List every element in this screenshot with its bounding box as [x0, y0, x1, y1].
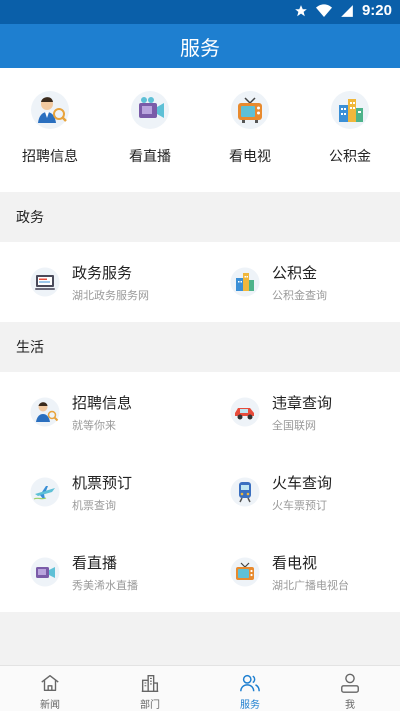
service-item-text: 火车查询 火车票预订	[272, 472, 332, 513]
service-item-title: 政务服务	[72, 263, 133, 282]
service-item-text: 政务服务 湖北政务服务网	[72, 262, 149, 303]
bottom-tab-bar: 新闻 部门 服务 我	[0, 665, 400, 711]
service-item-title: 招聘信息	[72, 393, 133, 412]
home-icon	[41, 674, 59, 692]
train-icon	[230, 477, 260, 507]
tab-label: 新闻	[40, 700, 60, 711]
tv-icon	[231, 91, 269, 129]
tab-news[interactable]: 新闻	[0, 666, 100, 711]
quick-item-label: 看电视	[229, 149, 271, 165]
live-camera-icon	[30, 557, 60, 587]
status-icons: 9:20	[294, 2, 392, 19]
government-computer-icon	[30, 267, 60, 297]
recruit-icon	[31, 91, 69, 129]
buildings-icon	[141, 674, 159, 692]
plane-icon	[30, 477, 60, 507]
recruit-icon	[30, 397, 60, 427]
service-item-text: 公积金 公积金查询	[272, 262, 327, 303]
service-item-subtitle: 湖北广播电视台	[272, 578, 349, 592]
service-item-title: 看直播	[72, 553, 118, 572]
quick-item-label: 看直播	[129, 149, 171, 165]
building-icon	[230, 267, 260, 297]
service-item-title: 违章查询	[272, 393, 333, 412]
service-item-text: 看电视 湖北广播电视台	[272, 552, 349, 593]
service-item-live[interactable]: 看直播 秀美浠水直播	[0, 532, 200, 612]
service-item-subtitle: 机票查询	[72, 498, 116, 512]
car-icon	[230, 397, 260, 427]
page-title: 服务	[180, 35, 220, 60]
quick-access-row: 招聘信息 看直播 看电视 公积金	[0, 68, 400, 192]
tab-label: 服务	[240, 700, 260, 711]
tab-me[interactable]: 我	[300, 666, 400, 711]
building-icon	[331, 91, 369, 129]
service-item-recruit[interactable]: 招聘信息 就等你来	[0, 372, 200, 452]
service-item-title: 火车查询	[272, 473, 333, 492]
content-scroll[interactable]: 招聘信息 看直播 看电视 公积金 政务 政务服务 湖北政务服务网 公积金 公积金…	[0, 68, 400, 665]
service-item-subtitle: 火车票预订	[272, 498, 327, 512]
live-camera-icon	[131, 91, 169, 129]
section-header-life: 生活	[0, 322, 400, 372]
service-item-tv[interactable]: 看电视 湖北广播电视台	[200, 532, 400, 612]
tab-departments[interactable]: 部门	[100, 666, 200, 711]
section-government: 政务服务 湖北政务服务网 公积金 公积金查询	[0, 242, 400, 322]
quick-item-fund[interactable]: 公积金	[300, 68, 400, 192]
service-item-housing-fund[interactable]: 公积金 公积金查询	[200, 242, 400, 322]
service-item-subtitle: 公积金查询	[272, 288, 327, 302]
tab-label: 部门	[140, 700, 160, 711]
status-time: 9:20	[361, 2, 392, 19]
service-item-text: 招聘信息 就等你来	[72, 392, 132, 433]
quick-item-label: 招聘信息	[22, 149, 78, 165]
tv-icon	[230, 557, 260, 587]
service-item-subtitle: 湖北政务服务网	[72, 288, 149, 302]
service-item-flights[interactable]: 机票预订 机票查询	[0, 452, 200, 532]
service-item-violation[interactable]: 违章查询 全国联网	[200, 372, 400, 452]
status-bar: 9:20	[0, 0, 400, 24]
service-item-subtitle: 秀美浠水直播	[72, 578, 138, 592]
quick-item-recruit[interactable]: 招聘信息	[0, 68, 100, 192]
quick-item-live[interactable]: 看直播	[100, 68, 200, 192]
section-life: 招聘信息 就等你来 违章查询 全国联网 机票预订 机票查询 火车查询 火车票预订…	[0, 372, 400, 612]
service-item-text: 看直播 秀美浠水直播	[72, 552, 138, 593]
service-item-title: 机票预订	[72, 473, 133, 492]
wifi-icon	[315, 3, 332, 17]
service-item-text: 机票预订 机票查询	[72, 472, 132, 513]
service-item-subtitle: 全国联网	[272, 418, 316, 432]
user-icon	[341, 673, 359, 693]
service-item-title: 公积金	[272, 263, 318, 282]
service-item-title: 看电视	[272, 553, 318, 572]
service-item-text: 违章查询 全国联网	[272, 392, 332, 433]
signal-icon	[341, 4, 353, 17]
quick-item-tv[interactable]: 看电视	[200, 68, 300, 192]
service-item-subtitle: 就等你来	[72, 418, 116, 432]
section-header-government: 政务	[0, 192, 400, 242]
service-item-train[interactable]: 火车查询 火车票预订	[200, 452, 400, 532]
tab-label: 我	[345, 700, 355, 711]
service-item-gov-services[interactable]: 政务服务 湖北政务服务网	[0, 242, 200, 322]
people-icon	[240, 674, 260, 692]
tab-services[interactable]: 服务	[200, 666, 300, 711]
quick-item-label: 公积金	[329, 149, 371, 165]
star-icon	[295, 4, 307, 16]
title-bar: 服务	[0, 24, 400, 68]
